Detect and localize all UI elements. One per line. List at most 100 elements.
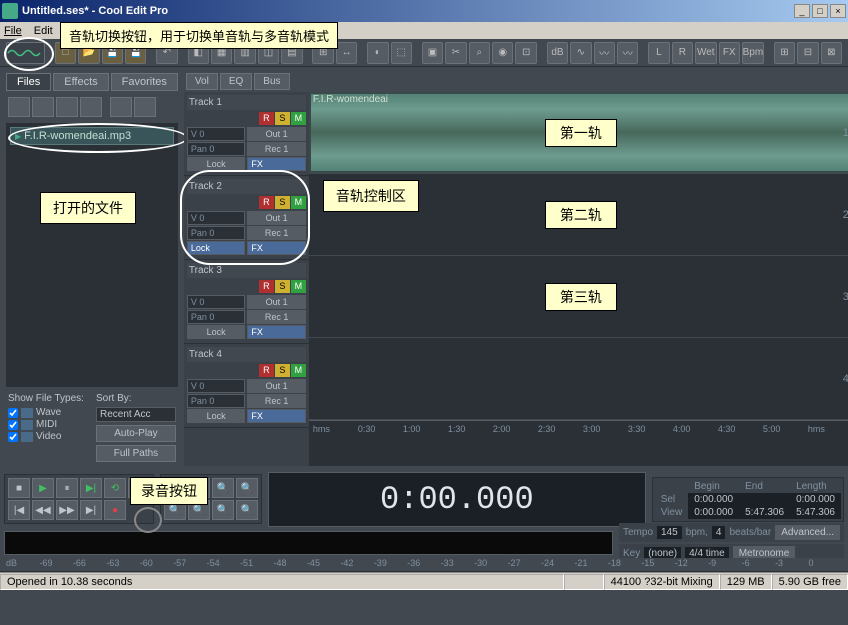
lock-button[interactable]: Lock	[187, 241, 246, 255]
tab-vol[interactable]: Vol	[186, 73, 218, 90]
tool-l-button[interactable]: L	[648, 42, 669, 64]
stop-button[interactable]: ■	[8, 478, 30, 498]
track-name[interactable]: Track 1	[187, 95, 306, 110]
volume-field[interactable]: V 0	[187, 379, 246, 393]
advanced-button[interactable]: Advanced...	[775, 525, 840, 540]
menu-file[interactable]: File	[4, 25, 22, 37]
pan-field[interactable]: Pan 0	[187, 142, 246, 156]
mute-button[interactable]: M	[291, 112, 306, 125]
lock-button[interactable]: Lock	[187, 325, 246, 339]
panel-button[interactable]	[8, 97, 30, 117]
panel-button[interactable]	[56, 97, 78, 117]
pause-button[interactable]: ⏸	[56, 478, 78, 498]
solo-button[interactable]: S	[275, 364, 290, 377]
tool-button[interactable]: 〰	[594, 42, 615, 64]
toggle-track-mode-button[interactable]	[6, 42, 45, 64]
tool-button[interactable]: 〰	[617, 42, 638, 64]
record-arm-button[interactable]: R	[259, 364, 274, 377]
minimize-button[interactable]: _	[794, 4, 810, 18]
panel-button[interactable]	[134, 97, 156, 117]
sort-dropdown[interactable]: Recent Acc	[96, 407, 176, 422]
midi-checkbox[interactable]	[8, 420, 18, 430]
go-end-button[interactable]: ▶|	[80, 500, 102, 520]
rec-input-button[interactable]: Rec 1	[247, 394, 306, 408]
zoom-sel-button[interactable]: 🔍	[236, 478, 258, 498]
menu-edit[interactable]: Edit	[34, 25, 53, 37]
panel-button[interactable]	[32, 97, 54, 117]
sel-length[interactable]: 0:00.000	[790, 493, 841, 506]
record-arm-button[interactable]: R	[259, 280, 274, 293]
tool-button[interactable]: ⊟	[797, 42, 818, 64]
rec-input-button[interactable]: Rec 1	[247, 226, 306, 240]
sel-begin[interactable]: 0:00.000	[688, 493, 739, 506]
tool-wet-button[interactable]: Wet	[695, 42, 716, 64]
rec-input-button[interactable]: Rec 1	[247, 142, 306, 156]
output-button[interactable]: Out 1	[247, 295, 306, 309]
video-checkbox[interactable]	[8, 432, 18, 442]
tempo-value[interactable]: 145	[657, 526, 682, 539]
view-end[interactable]: 5:47.306	[739, 506, 790, 519]
track-lane[interactable]: 第三轨 3	[309, 256, 848, 338]
record-arm-button[interactable]: R	[259, 196, 274, 209]
output-button[interactable]: Out 1	[247, 211, 306, 225]
zoom-full-button[interactable]: 🔍	[212, 478, 234, 498]
view-begin[interactable]: 0:00.000	[688, 506, 739, 519]
lock-button[interactable]: Lock	[187, 409, 246, 423]
track-name[interactable]: Track 2	[187, 179, 306, 194]
record-arm-button[interactable]: R	[259, 112, 274, 125]
tool-button[interactable]: ⌕	[469, 42, 490, 64]
tool-button[interactable]: ⊡	[515, 42, 536, 64]
file-item[interactable]: F.I.R-womendeai.mp3	[10, 127, 174, 145]
track-name[interactable]: Track 3	[187, 263, 306, 278]
output-button[interactable]: Out 1	[247, 379, 306, 393]
tab-eq[interactable]: EQ	[220, 73, 252, 90]
lock-button[interactable]: Lock	[187, 157, 246, 171]
mute-button[interactable]: M	[291, 364, 306, 377]
wave-checkbox[interactable]	[8, 408, 18, 418]
tab-effects[interactable]: Effects	[53, 73, 108, 91]
rec-input-button[interactable]: Rec 1	[247, 310, 306, 324]
forward-button[interactable]: ▶▶	[56, 500, 78, 520]
tool-fx-button[interactable]: FX	[719, 42, 740, 64]
solo-button[interactable]: S	[275, 196, 290, 209]
fx-button[interactable]: FX	[247, 157, 306, 171]
view-length[interactable]: 5:47.306	[790, 506, 841, 519]
volume-field[interactable]: V 0	[187, 295, 246, 309]
tool-r-button[interactable]: R	[672, 42, 693, 64]
fx-button[interactable]: FX	[247, 241, 306, 255]
tool-button[interactable]: dB	[547, 42, 568, 64]
mute-button[interactable]: M	[291, 196, 306, 209]
panel-button[interactable]	[80, 97, 102, 117]
tool-button[interactable]: ✂	[445, 42, 466, 64]
tool-button[interactable]: ▣	[422, 42, 443, 64]
tool-button[interactable]: ∿	[570, 42, 591, 64]
play-to-end-button[interactable]: ▶|	[80, 478, 102, 498]
tab-bus[interactable]: Bus	[254, 73, 289, 90]
pan-field[interactable]: Pan 0	[187, 394, 246, 408]
tab-favorites[interactable]: Favorites	[111, 73, 178, 91]
go-start-button[interactable]: |◀	[8, 500, 30, 520]
play-button[interactable]: ▶	[32, 478, 54, 498]
tool-button[interactable]: ⊞	[774, 42, 795, 64]
beats-value[interactable]: 4	[712, 526, 726, 539]
track-lane[interactable]: F.I.R-womendeai 第一轨 1	[309, 92, 848, 174]
panel-button[interactable]	[110, 97, 132, 117]
track-lane[interactable]: 4	[309, 338, 848, 420]
tool-bpm-button[interactable]: Bpm	[742, 42, 764, 64]
tool-button[interactable]: ◐	[367, 42, 388, 64]
sel-end[interactable]	[739, 493, 790, 506]
volume-field[interactable]: V 0	[187, 211, 246, 225]
zoom-right-button[interactable]: 🔍	[236, 500, 258, 520]
close-button[interactable]: ×	[830, 4, 846, 18]
autoplay-button[interactable]: Auto-Play	[96, 425, 176, 442]
tool-button[interactable]: ↔	[336, 42, 357, 64]
maximize-button[interactable]: □	[812, 4, 828, 18]
fx-button[interactable]: FX	[247, 409, 306, 423]
zoom-left-button[interactable]: 🔍	[212, 500, 234, 520]
mute-button[interactable]: M	[291, 280, 306, 293]
output-button[interactable]: Out 1	[247, 127, 306, 141]
tool-button[interactable]: ◉	[492, 42, 513, 64]
rewind-button[interactable]: ◀◀	[32, 500, 54, 520]
loop-button[interactable]: ⟲	[104, 478, 126, 498]
tool-button[interactable]: ⊠	[821, 42, 842, 64]
